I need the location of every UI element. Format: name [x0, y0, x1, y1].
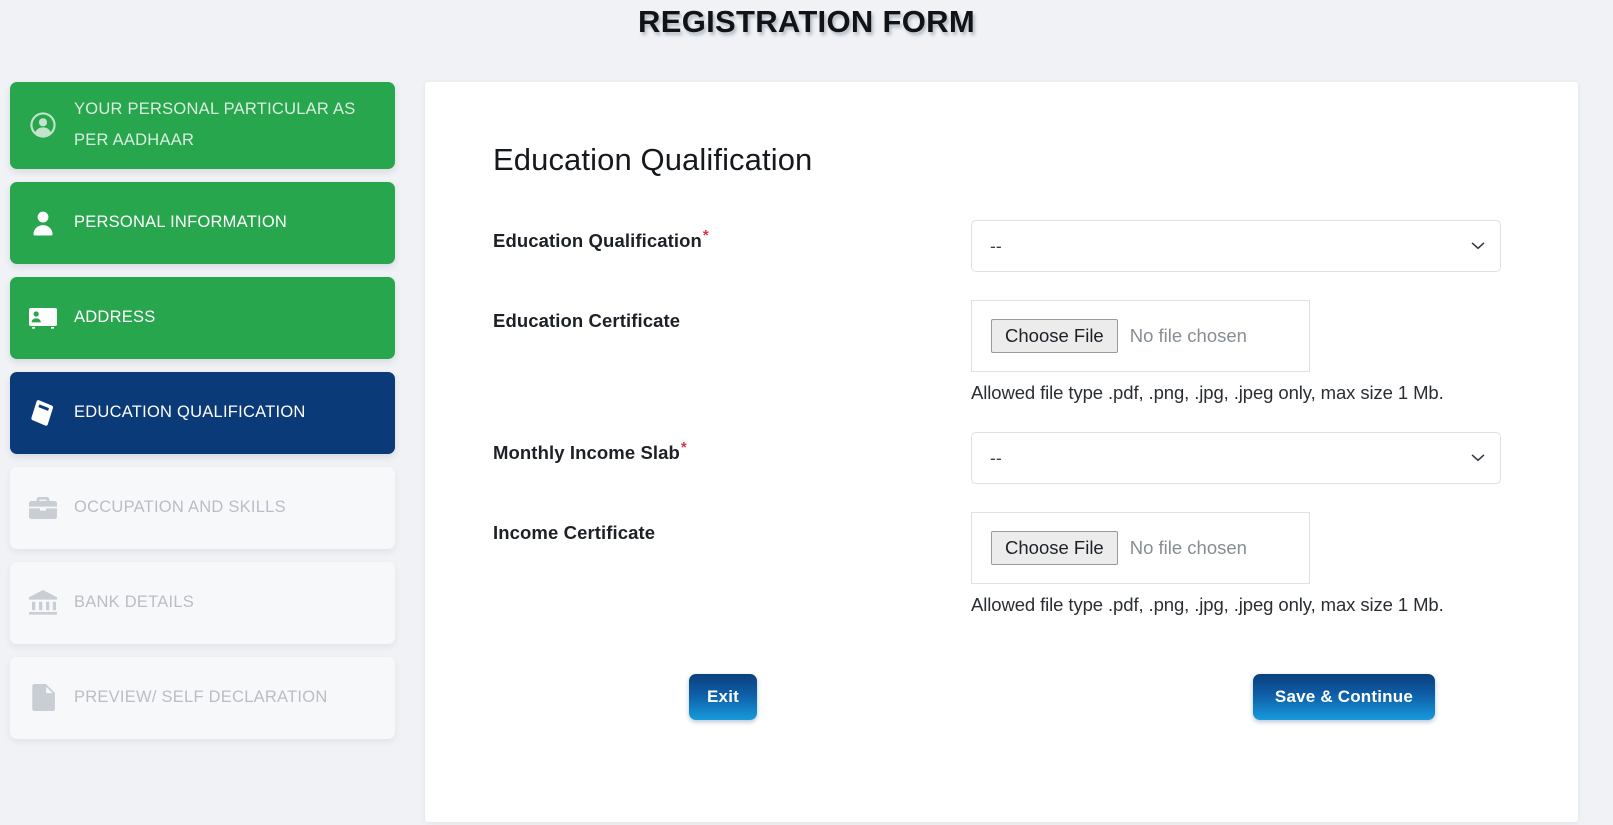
sidebar-item-label: EDUCATION QUALIFICATION — [74, 403, 306, 422]
user-circle-icon — [28, 110, 58, 140]
sidebar-item-aadhaar-particulars[interactable]: YOUR PERSONAL PARTICULAR AS PER AADHAAR — [10, 82, 395, 169]
education-qualification-control: -- — [971, 220, 1560, 272]
sidebar-item-occupation-and-skills[interactable]: OCCUPATION AND SKILLS — [10, 466, 395, 549]
choose-file-button[interactable]: Choose File — [991, 530, 1118, 566]
monthly-income-slab-label: Monthly Income Slab* — [493, 432, 971, 464]
choose-file-button[interactable]: Choose File — [991, 318, 1118, 354]
education-qualification-label: Education Qualification* — [493, 220, 971, 252]
exit-button[interactable]: Exit — [689, 674, 757, 720]
document-icon — [28, 683, 58, 713]
education-certificate-hint: Allowed file type .pdf, .png, .jpg, .jpe… — [971, 382, 1444, 403]
sidebar-item-education-qualification[interactable]: EDUCATION QUALIFICATION — [10, 371, 395, 454]
sidebar-item-label: PERSONAL INFORMATION — [74, 213, 288, 232]
education-certificate-control: Choose File No file chosen Allowed file … — [971, 300, 1560, 404]
save-and-continue-button[interactable]: Save & Continue — [1252, 674, 1435, 720]
sidebar-item-bank-details[interactable]: BANK DETAILS — [10, 561, 395, 644]
sidebar-item-address[interactable]: ADDRESS — [10, 276, 395, 359]
label-text: Education Certificate — [493, 310, 681, 331]
selected-value: -- — [990, 235, 1002, 256]
sidebar-item-label: BANK DETAILS — [74, 593, 195, 612]
income-certificate-label: Income Certificate — [493, 512, 971, 544]
education-qualification-select[interactable]: -- — [971, 220, 1501, 272]
step-sidebar: YOUR PERSONAL PARTICULAR AS PER AADHAAR … — [10, 46, 395, 759]
form-row-monthly-income-slab: Monthly Income Slab* -- — [493, 432, 1560, 484]
id-card-icon — [28, 303, 58, 333]
form-actions: Exit Save & Continue — [493, 674, 1560, 720]
chevron-down-icon — [1470, 238, 1486, 254]
sidebar-item-label: PREVIEW/ SELF DECLARATION — [74, 688, 328, 707]
body-wrapper: YOUR PERSONAL PARTICULAR AS PER AADHAAR … — [0, 46, 1613, 822]
form-row-income-certificate: Income Certificate Choose File No file c… — [493, 512, 1560, 616]
file-status-text: No file chosen — [1129, 325, 1247, 346]
monthly-income-slab-control: -- — [971, 432, 1560, 484]
form-row-education-certificate: Education Certificate Choose File No fil… — [493, 300, 1560, 404]
selected-value: -- — [990, 447, 1002, 468]
required-marker: * — [702, 226, 709, 244]
required-marker: * — [680, 438, 687, 456]
label-text: Monthly Income Slab — [493, 442, 680, 463]
chevron-down-icon — [1470, 450, 1486, 466]
bank-icon — [28, 588, 58, 618]
income-certificate-hint: Allowed file type .pdf, .png, .jpg, .jpe… — [971, 594, 1444, 615]
user-icon — [28, 208, 58, 238]
sidebar-item-label: OCCUPATION AND SKILLS — [74, 498, 286, 517]
label-text: Education Qualification — [493, 230, 702, 251]
form-card: Education Qualification Education Qualif… — [425, 82, 1578, 822]
book-icon — [28, 398, 58, 428]
income-certificate-control: Choose File No file chosen Allowed file … — [971, 512, 1560, 616]
label-text: Income Certificate — [493, 522, 656, 543]
sidebar-item-label: ADDRESS — [74, 308, 156, 327]
registration-form-page: REGISTRATION FORM YOUR PERSONAL PARTICUL… — [0, 0, 1613, 825]
page-header: REGISTRATION FORM — [0, 0, 1613, 46]
education-certificate-file-input[interactable]: Choose File No file chosen — [971, 300, 1310, 372]
briefcase-icon — [28, 493, 58, 523]
sidebar-item-preview-self-declaration[interactable]: PREVIEW/ SELF DECLARATION — [10, 656, 395, 739]
education-certificate-label: Education Certificate — [493, 300, 971, 332]
page-title: REGISTRATION FORM — [638, 4, 975, 39]
section-title: Education Qualification — [493, 142, 813, 177]
form-row-education-qualification: Education Qualification* -- — [493, 220, 1560, 272]
income-certificate-file-input[interactable]: Choose File No file chosen — [971, 512, 1310, 584]
sidebar-item-label: YOUR PERSONAL PARTICULAR AS PER AADHAAR — [74, 100, 356, 150]
monthly-income-slab-select[interactable]: -- — [971, 432, 1501, 484]
file-status-text: No file chosen — [1129, 537, 1247, 558]
sidebar-item-personal-information[interactable]: PERSONAL INFORMATION — [10, 181, 395, 264]
